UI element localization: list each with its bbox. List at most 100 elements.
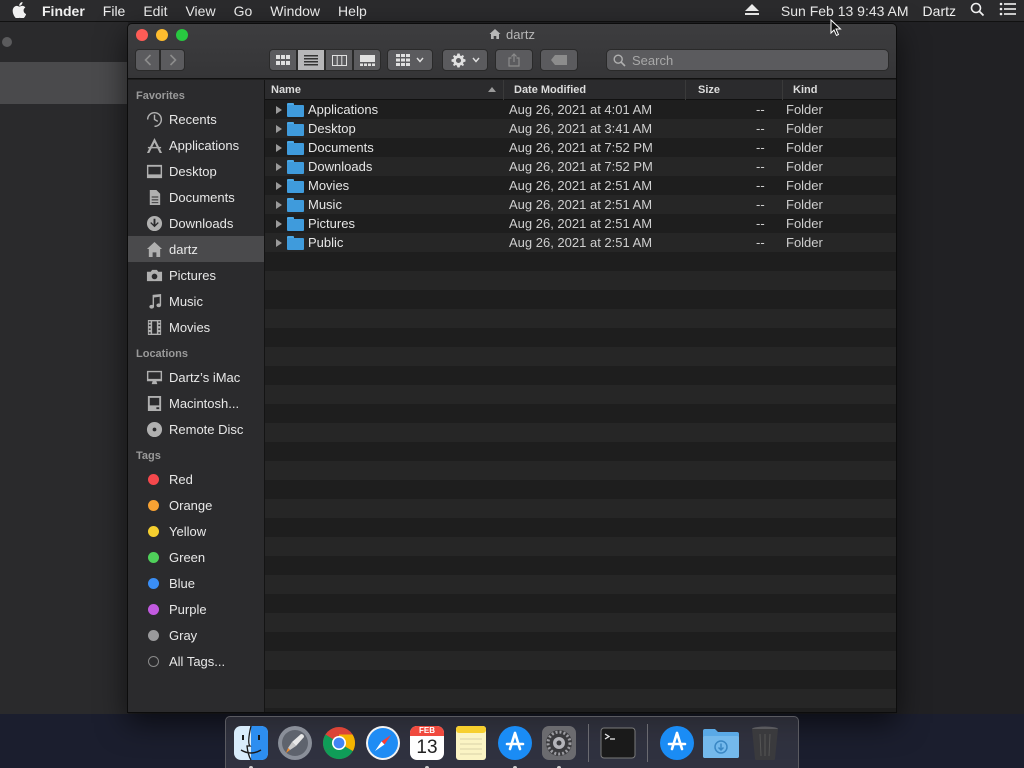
- dock-safari[interactable]: [364, 724, 402, 762]
- table-row[interactable]: Pictures Aug 26, 2021 at 2:51 AM -- Fold…: [265, 214, 896, 233]
- sidebar-item-remote-disc[interactable]: Remote Disc: [128, 416, 264, 442]
- disclosure-triangle-icon[interactable]: [265, 216, 287, 231]
- sidebar-item-movies[interactable]: Movies: [128, 314, 264, 340]
- sidebar-tag-orange[interactable]: Orange: [128, 492, 264, 518]
- menu-go[interactable]: Go: [225, 3, 262, 19]
- empty-row: [265, 385, 896, 404]
- disclosure-triangle-icon[interactable]: [265, 235, 287, 250]
- navigation-buttons: [135, 49, 185, 71]
- sidebar-item-imac[interactable]: Dartz’s iMac: [128, 364, 264, 390]
- table-row[interactable]: Music Aug 26, 2021 at 2:51 AM -- Folder: [265, 195, 896, 214]
- dock-trash[interactable]: [746, 724, 784, 762]
- window-title: dartz: [128, 27, 896, 42]
- menu-edit[interactable]: Edit: [134, 3, 176, 19]
- share-button[interactable]: [495, 49, 533, 71]
- sidebar-item-applications[interactable]: Applications: [128, 132, 264, 158]
- gallery-view-button[interactable]: [353, 49, 381, 71]
- notification-center-icon[interactable]: [992, 2, 1024, 19]
- sidebar-item-downloads[interactable]: Downloads: [128, 210, 264, 236]
- disclosure-triangle-icon[interactable]: [265, 159, 287, 174]
- group-by-button[interactable]: [387, 49, 433, 71]
- table-row[interactable]: Downloads Aug 26, 2021 at 7:52 PM -- Fol…: [265, 157, 896, 176]
- column-name-header[interactable]: Name: [265, 79, 504, 100]
- tag-button[interactable]: [540, 49, 578, 71]
- table-row[interactable]: Documents Aug 26, 2021 at 7:52 PM -- Fol…: [265, 138, 896, 157]
- dock-downloads-folder[interactable]: [702, 724, 740, 762]
- disclosure-triangle-icon[interactable]: [265, 197, 287, 212]
- dock-chrome[interactable]: [320, 724, 358, 762]
- tag-button-body[interactable]: [540, 49, 578, 71]
- column-date-header[interactable]: Date Modified: [504, 79, 686, 100]
- dock-calendar[interactable]: FEB 13: [408, 724, 446, 768]
- menu-help[interactable]: Help: [329, 3, 376, 19]
- download-icon: [145, 214, 163, 232]
- sidebar-tag-red[interactable]: Red: [128, 466, 264, 492]
- table-row[interactable]: Movies Aug 26, 2021 at 2:51 AM -- Folder: [265, 176, 896, 195]
- menu-view[interactable]: View: [176, 3, 224, 19]
- file-size: --: [756, 178, 765, 193]
- app-store-icon: [660, 725, 694, 760]
- share-button-body[interactable]: [495, 49, 533, 71]
- chevron-down-icon: [416, 57, 424, 63]
- disclosure-triangle-icon[interactable]: [265, 178, 287, 193]
- column-view-button[interactable]: [325, 49, 353, 71]
- background-window[interactable]: [0, 22, 128, 714]
- sidebar-tag-purple[interactable]: Purple: [128, 596, 264, 622]
- back-button[interactable]: [135, 49, 160, 71]
- dock-launchpad[interactable]: [276, 724, 314, 762]
- sidebar-all-tags[interactable]: All Tags...: [128, 648, 264, 674]
- sidebar-item-desktop[interactable]: Desktop: [128, 158, 264, 184]
- menubar-clock[interactable]: Sun Feb 13 9:43 AM: [774, 3, 916, 19]
- column-size-header[interactable]: Size: [686, 79, 783, 100]
- dock-system-preferences[interactable]: [540, 724, 578, 768]
- file-name: Desktop: [308, 121, 356, 136]
- dock-terminal[interactable]: [599, 724, 637, 762]
- dock-notes[interactable]: [452, 724, 490, 762]
- sidebar-item-recents[interactable]: Recents: [128, 106, 264, 132]
- sidebar-tag-yellow[interactable]: Yellow: [128, 518, 264, 544]
- sidebar-item-documents[interactable]: Documents: [128, 184, 264, 210]
- forward-button[interactable]: [160, 49, 185, 71]
- sidebar-tag-blue[interactable]: Blue: [128, 570, 264, 596]
- dock-app-store-folder[interactable]: [658, 724, 696, 762]
- eject-icon[interactable]: [738, 3, 774, 19]
- empty-row: [265, 309, 896, 328]
- column-header: Name Date Modified Size Kind: [265, 79, 896, 100]
- apple-menu-icon[interactable]: [0, 2, 38, 20]
- menu-window[interactable]: Window: [261, 3, 329, 19]
- table-row[interactable]: Public Aug 26, 2021 at 2:51 AM -- Folder: [265, 233, 896, 252]
- sidebar-item-label: Gray: [169, 627, 198, 643]
- safari-icon: [366, 725, 400, 760]
- sidebar-item-music[interactable]: Music: [128, 288, 264, 314]
- group-by-dropdown[interactable]: [387, 49, 433, 71]
- search-field[interactable]: [606, 49, 889, 71]
- column-kind-header[interactable]: Kind: [783, 80, 896, 100]
- sidebar-tag-gray[interactable]: Gray: [128, 622, 264, 648]
- sidebar-item-dartz[interactable]: dartz: [128, 236, 264, 262]
- search-input[interactable]: [632, 52, 872, 68]
- empty-row: [265, 708, 896, 712]
- spotlight-icon[interactable]: [963, 2, 992, 20]
- list-view-button[interactable]: [297, 49, 325, 71]
- menu-finder[interactable]: Finder: [38, 3, 94, 19]
- menubar-user[interactable]: Dartz: [916, 3, 963, 19]
- background-window-button[interactable]: [2, 37, 12, 47]
- disclosure-triangle-icon[interactable]: [265, 102, 287, 117]
- sidebar-tag-green[interactable]: Green: [128, 544, 264, 570]
- empty-row: [265, 575, 896, 594]
- icon-view-button[interactable]: [269, 49, 297, 71]
- action-dropdown[interactable]: [442, 49, 488, 71]
- menu-file[interactable]: File: [94, 3, 135, 19]
- dock-app-store[interactable]: [496, 724, 534, 768]
- action-button[interactable]: [442, 49, 488, 71]
- table-row[interactable]: Applications Aug 26, 2021 at 4:01 AM -- …: [265, 100, 896, 119]
- disclosure-triangle-icon[interactable]: [265, 121, 287, 136]
- sidebar-section-tags: Tags: [136, 450, 161, 462]
- empty-row: [265, 328, 896, 347]
- dock-finder[interactable]: [232, 724, 270, 768]
- sidebar-item-pictures[interactable]: Pictures: [128, 262, 264, 288]
- notes-icon: [456, 725, 486, 760]
- table-row[interactable]: Desktop Aug 26, 2021 at 3:41 AM -- Folde…: [265, 119, 896, 138]
- disclosure-triangle-icon[interactable]: [265, 140, 287, 155]
- sidebar-item-macintosh-hd[interactable]: Macintosh...: [128, 390, 264, 416]
